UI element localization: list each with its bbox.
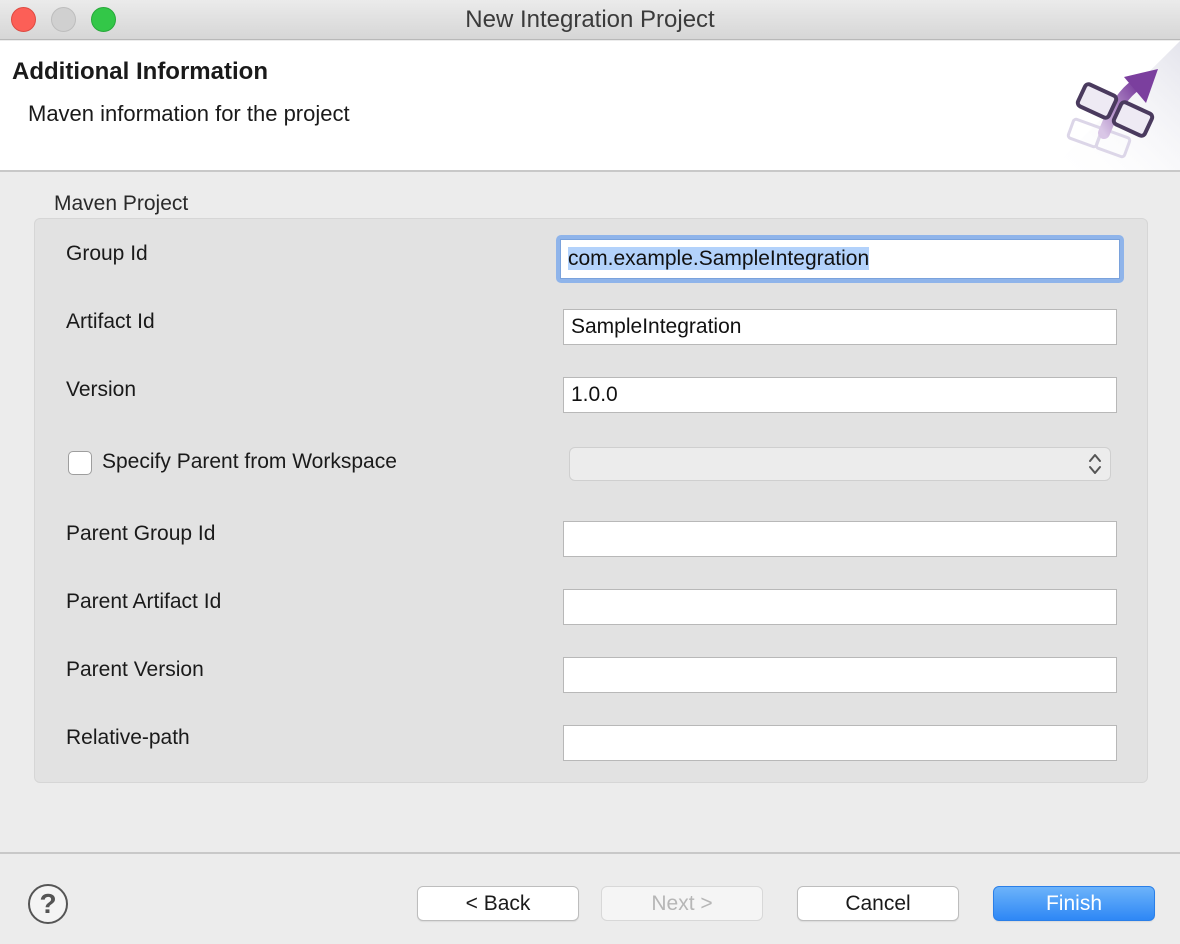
integration-wizard-icon (1050, 41, 1180, 170)
wizard-page-title: Additional Information (12, 58, 268, 85)
parent-group-id-input[interactable] (563, 521, 1117, 557)
group-id-label: Group Id (66, 242, 148, 265)
window-title: New Integration Project (465, 6, 715, 33)
relative-path-label: Relative-path (66, 726, 190, 749)
artifact-id-input[interactable]: SampleIntegration (563, 309, 1117, 345)
version-label: Version (66, 378, 137, 401)
specify-parent-label[interactable]: Specify Parent from Workspace (102, 450, 397, 474)
relative-path-input[interactable] (563, 725, 1117, 761)
question-circle-icon[interactable]: ? (28, 884, 68, 924)
specify-parent-checkbox[interactable] (68, 451, 92, 475)
wizard-header: Additional Information Maven information… (0, 41, 1180, 172)
group-label-maven-project: Maven Project (54, 192, 189, 215)
parent-version-label: Parent Version (66, 658, 204, 681)
title-bar: New Integration Project (0, 0, 1180, 40)
wizard-page-description: Maven information for the project (28, 101, 350, 126)
version-input[interactable]: 1.0.0 (563, 377, 1117, 413)
parent-project-select (569, 447, 1111, 481)
parent-version-input[interactable] (563, 657, 1117, 693)
maven-project-group (34, 218, 1148, 783)
artifact-id-label: Artifact Id (66, 310, 155, 333)
cancel-button[interactable]: Cancel (797, 886, 959, 921)
group-id-input[interactable]: com.example.SampleIntegration (560, 239, 1120, 279)
parent-artifact-id-input[interactable] (563, 589, 1117, 625)
back-button[interactable]: < Back (417, 886, 579, 921)
footer-separator (0, 852, 1180, 854)
finish-button[interactable]: Finish (993, 886, 1155, 921)
next-button[interactable]: Next > (601, 886, 763, 921)
up-down-chevron-icon (1089, 454, 1101, 474)
parent-group-id-label: Parent Group Id (66, 522, 216, 545)
selected-text: com.example.SampleIntegration (568, 247, 870, 270)
parent-artifact-id-label: Parent Artifact Id (66, 590, 222, 613)
